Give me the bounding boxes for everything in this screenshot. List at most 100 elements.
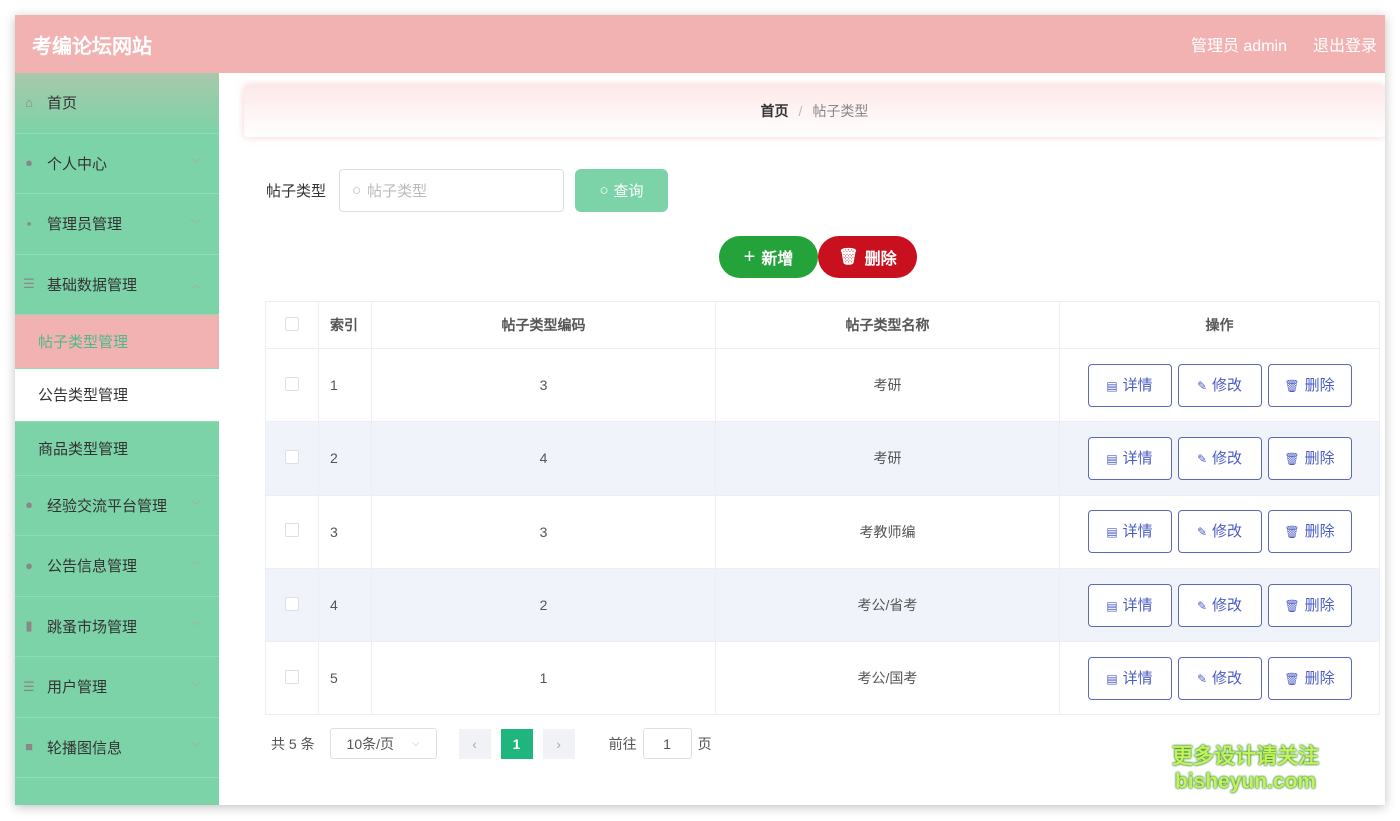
col-code: 帖子类型编码 [371,301,716,349]
page-1-button[interactable]: 1 [500,728,533,759]
cell-name: 考公/省考 [715,567,1060,643]
cell-index: 4 [318,567,372,643]
sidebar-item[interactable]: ☰ 用户管理 ﹀ [15,657,219,718]
col-index: 索引 [318,301,372,349]
sidebar-item-label: 跳蚤市场管理 [47,618,138,636]
cell-actions: ▤ 详情 ✎ 修改 🗑 删除 [1059,567,1380,643]
delete-button[interactable]: 🗑 删除 [1267,656,1352,700]
cell-actions: ▤ 详情 ✎ 修改 🗑 删除 [1059,641,1380,716]
sidebar-item-label: 轮播图信息 [47,739,123,757]
search-icon: ○ [599,182,609,199]
sidebar-item[interactable]: ● 公告信息管理 ﹀ [15,536,219,597]
row-checkbox[interactable] [285,669,299,684]
delete-icon: 🗑 [1284,671,1300,686]
sidebar-item[interactable]: ● 个人中心 ﹀ [15,134,219,194]
menu-icon: ☰ [23,276,35,292]
edit-button[interactable]: ✎ 修改 [1177,436,1262,480]
breadcrumb-separator: / [798,103,803,119]
sidebar: ⌂ 首页 ● 个人中心 ﹀ ▪ 管理员管理 ﹀ ☰ 基础数据管理 ︿ 帖子类型管理 公告类型管理 商品类型… [15,73,219,805]
table-row: 1 3 考研 ▤ 详情 ✎ 修改 🗑 删除 [265,347,1380,423]
delete-icon: 🗑 [1284,598,1300,613]
table-row: 5 1 考公/国考 ▤ 详情 ✎ 修改 🗑 删除 [265,641,1380,716]
row-checkbox[interactable] [285,449,299,464]
chevron-icon: ﹀ [190,621,201,634]
col-actions: 操作 [1059,301,1380,349]
chevron-icon: ﹀ [190,681,201,694]
menu-icon: ☰ [23,678,35,694]
delete-label: 删除 [1304,376,1335,394]
bulk-delete-button[interactable]: 🗑 删除 [818,236,917,278]
table-row: 3 3 考教师编 ▤ 详情 ✎ 修改 🗑 删除 [265,494,1380,569]
delete-label: 删除 [1304,596,1335,614]
page-size-value: 10条/页 [346,735,395,752]
cell-index: 1 [318,347,372,423]
sidebar-item[interactable]: ☰ 基础数据管理 ︿ [15,255,219,315]
search-input[interactable]: ○ 帖子类型 [339,169,565,212]
top-header: 考编论坛网站 管理员 admin 退出登录 [15,15,1385,73]
goto-label: 前往 [608,735,637,752]
submenu-item[interactable]: 帖子类型管理 [15,315,219,369]
edit-button[interactable]: ✎ 修改 [1177,510,1262,554]
goto-page-input[interactable]: 1 [642,728,692,759]
row-checkbox[interactable] [285,523,299,538]
edit-label: 修改 [1212,669,1243,687]
edit-icon: ✎ [1196,451,1208,466]
delete-button[interactable]: 🗑 删除 [1267,436,1352,480]
chevron-icon: ︿ [190,279,201,292]
cell-code: 2 [371,567,716,643]
table-row: 4 2 考公/省考 ▤ 详情 ✎ 修改 🗑 删除 [265,567,1380,643]
delete-label: 删除 [1304,523,1335,541]
detail-button[interactable]: ▤ 详情 [1087,583,1172,627]
prev-page-button[interactable]: ‹ [458,728,491,759]
submenu-item[interactable]: 商品类型管理 [15,422,219,476]
cell-name: 考研 [715,421,1060,496]
page-size-select[interactable]: 10条/页 ⌵ [329,728,437,759]
edit-icon: ✎ [1196,671,1208,686]
detail-button[interactable]: ▤ 详情 [1087,656,1172,700]
edit-label: 修改 [1212,523,1243,541]
detail-label: 详情 [1122,523,1153,541]
delete-icon: 🗑 [1284,525,1300,540]
delete-button[interactable]: 🗑 删除 [1267,510,1352,554]
breadcrumb-current: 帖子类型 [812,103,869,119]
chevron-icon: ﹀ [190,742,201,755]
edit-button[interactable]: ✎ 修改 [1177,583,1262,627]
menu-icon: ● [25,557,33,573]
next-page-button[interactable]: › [542,728,575,759]
breadcrumb-home[interactable]: 首页 [761,101,789,121]
sidebar-item[interactable]: ⌂ 首页 [15,73,219,134]
chevron-icon: ﹀ [190,218,201,231]
detail-button[interactable]: ▤ 详情 [1087,363,1172,407]
row-checkbox[interactable] [285,596,299,611]
select-all-checkbox[interactable] [285,316,299,331]
delete-icon: 🗑 [1284,378,1300,393]
watermark: 更多设计请关注 bisheyun.com [1172,744,1319,794]
trash-icon: 🗑 [838,249,859,266]
delete-button[interactable]: 🗑 删除 [1267,583,1352,627]
sidebar-item-label: 首页 [47,95,78,113]
detail-icon: ▤ [1106,451,1118,466]
detail-button[interactable]: ▤ 详情 [1087,510,1172,554]
submenu-item[interactable]: 公告类型管理 [15,368,219,422]
edit-icon: ✎ [1196,598,1208,613]
edit-button[interactable]: ✎ 修改 [1177,363,1262,407]
menu-icon: ▮ [25,618,33,634]
edit-label: 修改 [1212,449,1243,467]
plus-icon: + [743,245,756,268]
row-checkbox[interactable] [285,376,299,391]
add-button[interactable]: + 新增 [719,236,818,278]
detail-button[interactable]: ▤ 详情 [1087,436,1172,480]
query-button[interactable]: ○ 查询 [575,169,669,212]
edit-button[interactable]: ✎ 修改 [1177,656,1262,700]
sidebar-item[interactable]: ▮ 跳蚤市场管理 ﹀ [15,597,219,657]
logout-link[interactable]: 退出登录 [1313,38,1377,55]
menu-icon: ● [25,155,33,171]
sidebar-item[interactable]: ● 经验交流平台管理 ﹀ [15,476,219,536]
delete-button[interactable]: 🗑 删除 [1267,363,1352,407]
admin-user[interactable]: 管理员 admin [1191,38,1287,55]
menu-icon: ▪ [26,215,32,231]
sidebar-item[interactable]: ▪ 管理员管理 ﹀ [15,194,219,255]
sidebar-item[interactable]: ■ 轮播图信息 ﹀ [15,718,219,778]
cell-code: 1 [371,641,716,716]
edit-label: 修改 [1212,596,1243,614]
